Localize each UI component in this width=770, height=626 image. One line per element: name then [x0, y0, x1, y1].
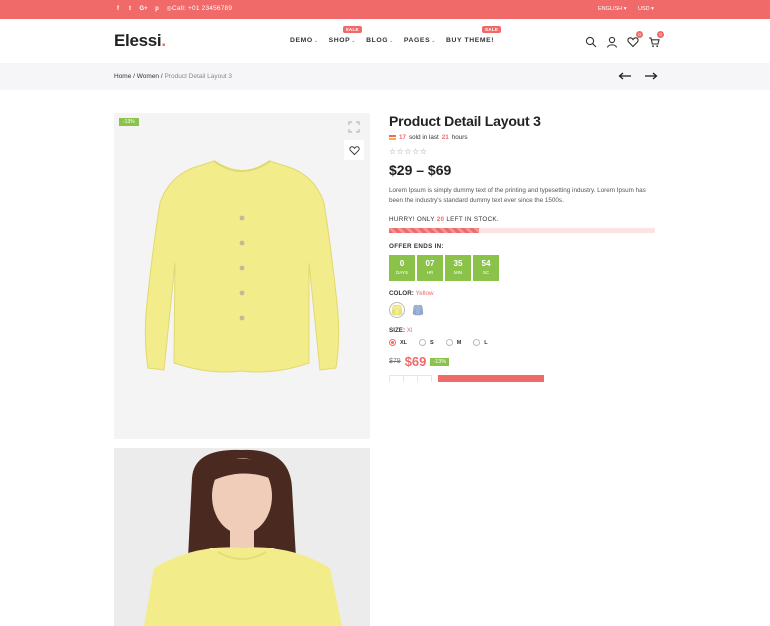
radio — [419, 339, 427, 346]
size-options: XL S M L — [389, 339, 655, 346]
breadcrumb-current: Product Detail Layout 3 — [164, 73, 233, 80]
breadcrumb: Home / Women / Product Detail Layout 3 — [114, 73, 232, 80]
product-image-model[interactable] — [114, 448, 370, 626]
size-label: SIZE: Xl — [389, 327, 413, 334]
product-description: Lorem Ipsum is simply dummy text of the … — [389, 187, 646, 204]
sold-info: 17 sold in last 21 hours — [389, 134, 655, 141]
stock-progress-fill — [389, 228, 480, 233]
swatch-blue[interactable] — [410, 302, 426, 318]
fire-icon — [389, 135, 396, 140]
social-links: f t G+ p ◎ — [115, 5, 172, 13]
breadcrumb-bar: Home / Women / Product Detail Layout 3 — [0, 63, 770, 90]
chevron-down-icon: ▾ — [623, 6, 627, 12]
countdown-timer: 0 DAYS 07 HR 35 MIN 54 SC — [389, 255, 655, 281]
swatch-yellow[interactable] — [389, 302, 405, 318]
product-image-main[interactable]: -13% — [114, 113, 370, 439]
stock-notice: HURRY! ONLY 20 LEFT IN STOCK. — [389, 216, 499, 223]
variant-price: $79 $69 -13% — [389, 354, 655, 369]
countdown-seconds: 54 SC — [473, 255, 499, 281]
model-photo — [114, 448, 370, 626]
quantity-stepper[interactable] — [389, 375, 432, 382]
chevron-down-icon: ⌄ — [313, 38, 319, 44]
size-option-m[interactable]: M — [445, 339, 461, 346]
header-icons: 0 0 — [585, 31, 664, 48]
color-swatches — [389, 302, 655, 318]
breadcrumb-home[interactable]: Home — [114, 73, 131, 80]
sold-count: 17 — [399, 134, 407, 141]
wishlist-heart-icon[interactable]: 0 — [627, 31, 643, 48]
radio — [445, 339, 453, 346]
currency-select[interactable]: USD ▾ — [638, 6, 654, 12]
search-icon[interactable] — [585, 35, 597, 48]
add-to-cart-button[interactable] — [438, 375, 544, 382]
site-logo[interactable]: Elessi. — [114, 31, 166, 51]
product-details: Product Detail Layout 3 17 sold in last … — [389, 113, 655, 382]
offer-label: OFFER ENDS IN: — [389, 243, 444, 250]
chevron-down-icon: ⌄ — [351, 38, 357, 44]
arrow-left-icon[interactable] — [618, 71, 632, 81]
chevron-down-icon: ⌄ — [389, 38, 394, 44]
sold-text: sold in last — [409, 134, 439, 141]
google-plus-icon[interactable]: G+ — [139, 5, 148, 13]
size-option-xl[interactable]: XL — [389, 339, 407, 346]
size-option-l[interactable]: L — [473, 339, 488, 346]
size-option-s[interactable]: S — [419, 339, 434, 346]
product-nav-arrows — [618, 71, 658, 81]
cart-count-badge: 0 — [657, 31, 664, 38]
countdown-hours: 07 HR — [417, 255, 443, 281]
main-nav: DEMO⌄ SALE SHOP⌄ BLOG⌄ PAGES⌄ SALE BUY THE… — [290, 26, 502, 44]
arrow-right-icon[interactable] — [644, 71, 658, 81]
rating-stars[interactable]: ☆☆☆☆☆ — [389, 147, 655, 156]
twitter-icon[interactable]: t — [127, 5, 133, 13]
radio-selected — [389, 339, 396, 346]
chevron-down-icon: ▾ — [651, 6, 654, 12]
discount-badge: -13% — [430, 357, 450, 366]
old-price: $79 — [389, 358, 401, 365]
cart-icon[interactable]: 0 — [648, 31, 664, 48]
stock-progress-bar — [389, 228, 655, 233]
facebook-icon[interactable]: f — [115, 5, 121, 13]
nav-blog[interactable]: BLOG⌄ — [366, 37, 394, 44]
countdown-days: 0 DAYS — [389, 255, 415, 281]
price-range: $29 – $69 — [389, 162, 452, 178]
site-header: Elessi. DEMO⌄ SALE SHOP⌄ BLOG⌄ PAGES⌄ SAL… — [0, 19, 770, 63]
user-icon[interactable] — [606, 35, 618, 48]
product-title: Product Detail Layout 3 — [389, 113, 541, 129]
yellow-cardigan-image — [144, 160, 340, 373]
sold-suffix: hours — [451, 134, 468, 141]
pinterest-icon[interactable]: p — [154, 5, 160, 13]
chevron-down-icon: ⌄ — [431, 38, 436, 44]
sale-badge: SALE — [482, 26, 502, 33]
language-select[interactable]: ENGLISH ▾ — [598, 6, 626, 12]
wishlist-count-badge: 0 — [636, 31, 643, 38]
sold-hours: 21 — [441, 134, 449, 141]
top-bar: f t G+ p ◎ Call: +01 23456789 ENGLISH ▾ … — [0, 0, 770, 19]
breadcrumb-women[interactable]: Women — [137, 73, 159, 80]
sale-badge: SALE — [342, 26, 362, 33]
nav-shop[interactable]: SALE SHOP⌄ — [329, 26, 362, 44]
nav-demo[interactable]: DEMO⌄ — [290, 37, 319, 44]
nav-pages[interactable]: PAGES⌄ — [404, 37, 436, 44]
call-number: Call: +01 23456789 — [172, 5, 233, 12]
sale-price: $69 — [404, 354, 427, 369]
nav-buy-theme[interactable]: SALE BUY THEME! — [446, 26, 502, 44]
radio — [473, 339, 481, 346]
countdown-minutes: 35 MIN — [445, 255, 471, 281]
purchase-actions — [389, 375, 655, 382]
color-label: COLOR: Yellow — [389, 290, 434, 297]
